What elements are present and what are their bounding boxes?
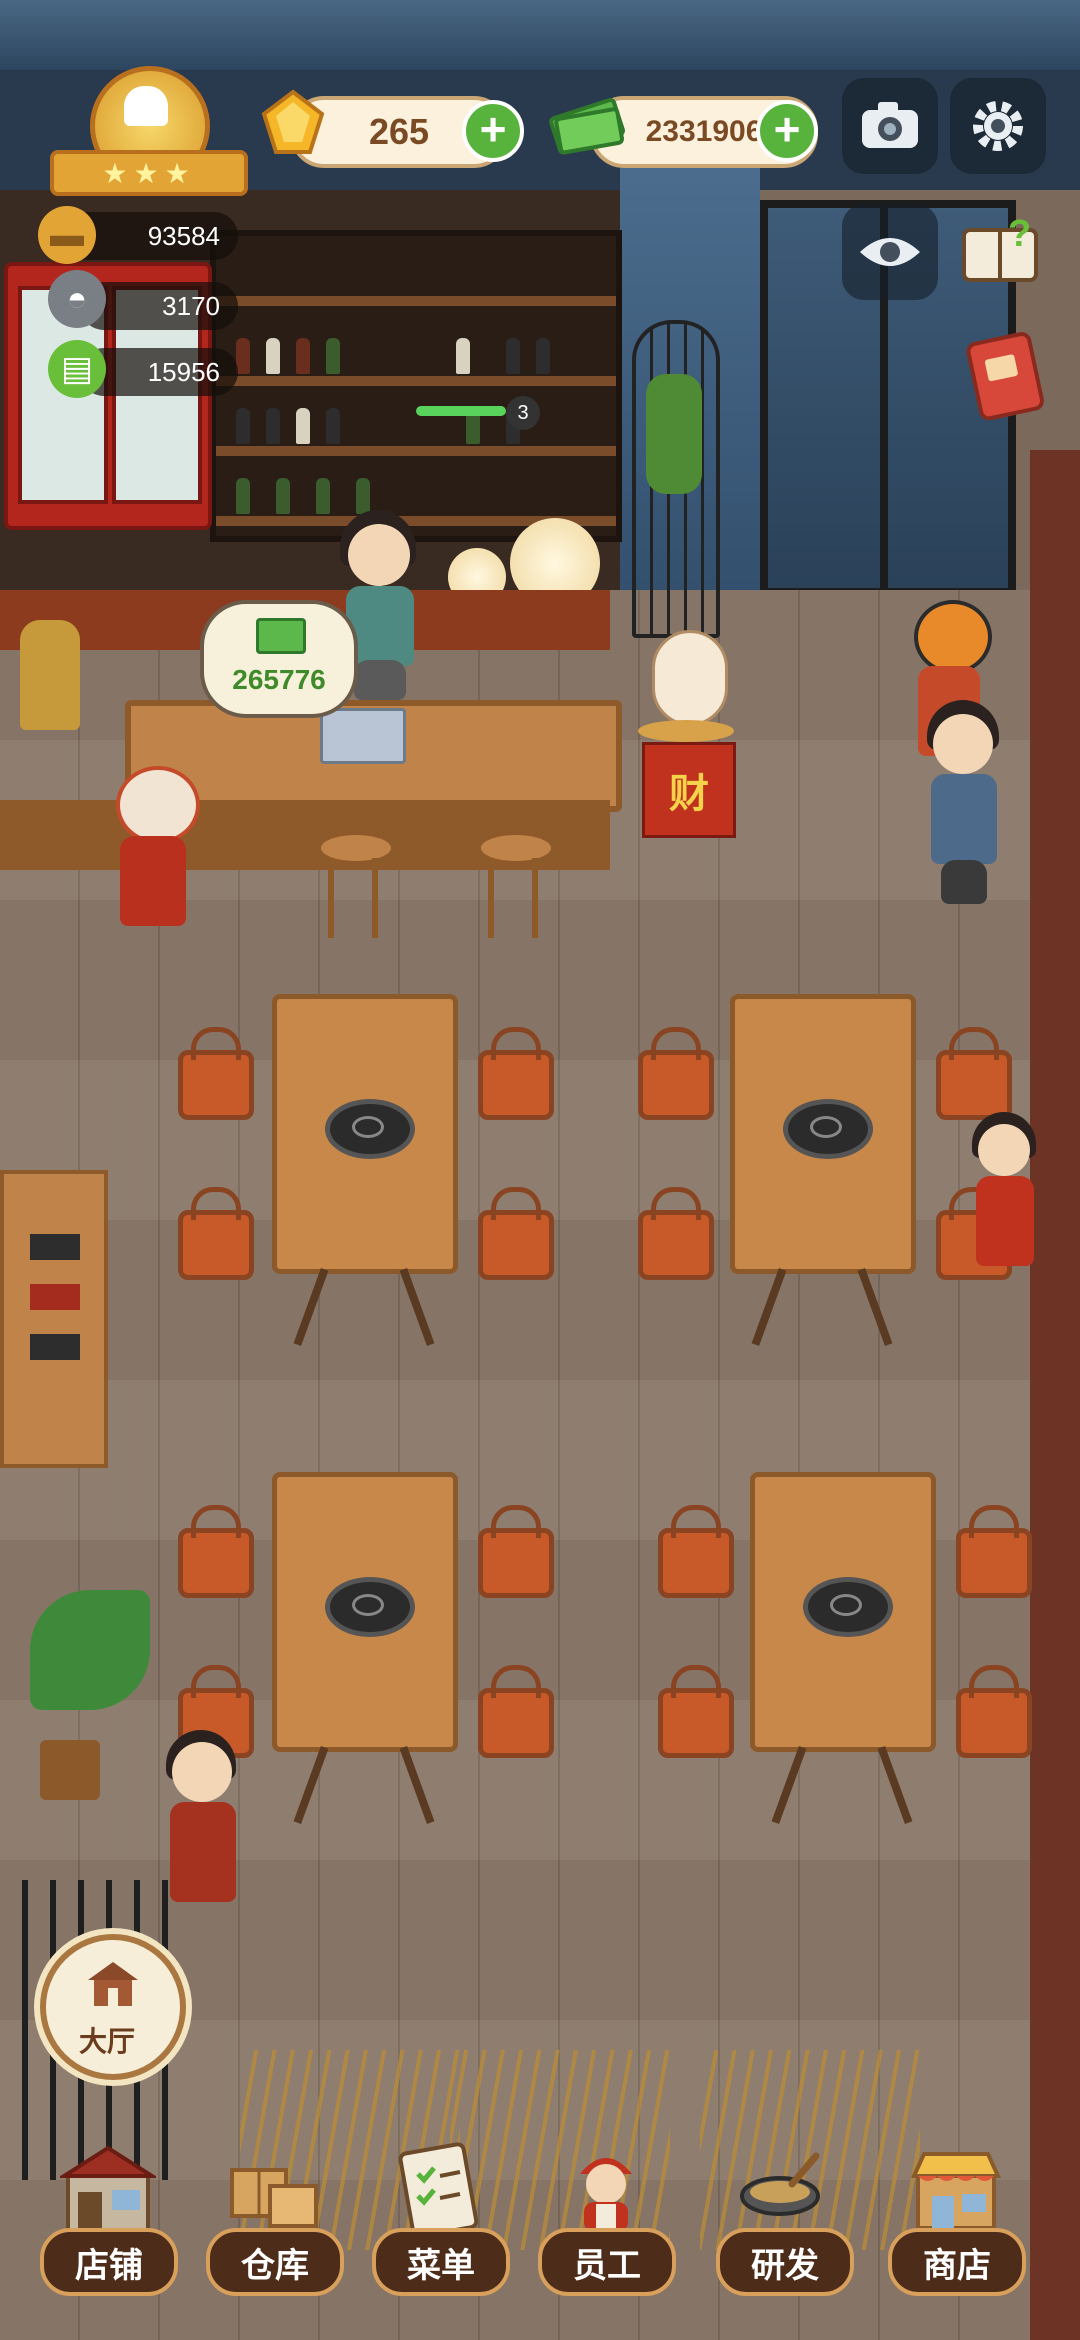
chair[interactable] <box>936 1027 1012 1120</box>
chair[interactable] <box>478 1187 554 1280</box>
gems-value: 265 <box>368 111 430 152</box>
rank-ribbon: ★ ★ ★ <box>50 150 248 196</box>
star-icon: ★ <box>102 157 134 189</box>
lion-dance-kid-npc[interactable] <box>108 762 200 962</box>
popularity-value: 93584 <box>147 220 220 251</box>
star-icon: ★ <box>164 157 196 189</box>
gem-icon <box>258 88 328 158</box>
hall-house-icon <box>88 1962 138 2006</box>
chair[interactable] <box>178 1027 254 1120</box>
earnings-bubble[interactable]: 265776 <box>200 600 358 718</box>
hall-button[interactable]: 大厅 <box>40 1934 186 2080</box>
warehouse-boxes-icon <box>226 2140 322 2236</box>
staff-chef-icon <box>558 2140 654 2236</box>
birdcage-planter <box>632 320 720 638</box>
nav-shop-label: 商店 <box>888 2228 1026 2296</box>
chair[interactable] <box>658 1665 734 1758</box>
nav-store-label: 店铺 <box>40 2228 178 2296</box>
chair[interactable] <box>178 1505 254 1598</box>
nav-research-label: 研发 <box>716 2228 854 2296</box>
camera-icon <box>862 102 918 148</box>
chef-hat-icon <box>124 86 168 126</box>
laptop <box>320 708 406 764</box>
add-gems-button[interactable]: + <box>462 100 524 162</box>
fortune-box-label: 财 <box>642 742 736 838</box>
grill-icon <box>803 1577 893 1637</box>
recipe-book-button[interactable] <box>966 330 1046 421</box>
dining-table[interactable] <box>272 1472 458 1824</box>
nav-warehouse-label: 仓库 <box>206 2228 344 2296</box>
research-wok-icon <box>736 2140 832 2236</box>
nav-menu-label: 菜单 <box>372 2228 510 2296</box>
chair[interactable] <box>956 1665 1032 1758</box>
cash-value: 2331906 <box>645 115 763 148</box>
cash-stack-icon <box>548 90 628 160</box>
menu-clipboard-icon <box>392 2140 488 2236</box>
camera-button[interactable] <box>842 78 938 174</box>
dishes-served-value: 3170 <box>162 290 220 321</box>
potted-plant <box>10 1590 160 1810</box>
nav-store[interactable]: 店铺 <box>30 2130 180 2296</box>
nav-research[interactable]: 研发 <box>706 2130 856 2296</box>
shop-icon <box>908 2140 1004 2236</box>
red-dress-girl-npc[interactable] <box>970 1112 1040 1292</box>
nav-warehouse[interactable]: 仓库 <box>196 2130 346 2296</box>
stock-count-badge: 3 <box>506 396 540 430</box>
gear-icon <box>973 101 1023 151</box>
bar-stool <box>478 832 554 942</box>
lucky-cat-statue[interactable]: 财 <box>634 630 736 840</box>
chair[interactable] <box>478 1505 554 1598</box>
grill-icon <box>325 1577 415 1637</box>
hall-label: 大厅 <box>78 2026 135 2057</box>
sauce-station[interactable] <box>0 1170 108 1468</box>
eye-icon <box>860 238 920 266</box>
serving-cloche-icon: ◓ <box>48 270 106 328</box>
chair[interactable] <box>638 1187 714 1280</box>
earnings-amount: 265776 <box>232 664 326 695</box>
nav-menu[interactable]: 菜单 <box>362 2130 512 2296</box>
chair[interactable] <box>478 1665 554 1758</box>
storefront-icon <box>60 2140 156 2236</box>
dining-table[interactable] <box>750 1472 936 1824</box>
window-band <box>0 0 1080 70</box>
golden-ornament <box>20 620 80 730</box>
svg-text:?: ? <box>1008 213 1031 255</box>
restaurant-rank-badge[interactable]: ★ ★ ★ <box>50 66 248 196</box>
cash-icon <box>256 618 306 654</box>
chair[interactable] <box>658 1505 734 1598</box>
nav-staff-label: 员工 <box>538 2228 676 2296</box>
grill-icon <box>783 1099 873 1159</box>
menu-book-icon: ▤ <box>48 340 106 398</box>
grill-icon <box>325 1099 415 1159</box>
drinks-shelf[interactable]: 3 <box>210 230 622 542</box>
settings-button[interactable] <box>950 78 1046 174</box>
help-book-icon: ? <box>962 213 1038 282</box>
chair[interactable] <box>478 1027 554 1120</box>
dining-table[interactable] <box>730 994 916 1346</box>
waiter-npc[interactable] <box>925 700 1005 910</box>
chair[interactable] <box>638 1027 714 1120</box>
bar-stool <box>318 832 394 942</box>
menu-points-value: 15956 <box>147 356 220 387</box>
star-icon: ★ <box>133 157 165 189</box>
trophy-icon: ▬ <box>38 206 96 264</box>
chair[interactable] <box>178 1187 254 1280</box>
nav-shop[interactable]: 商店 <box>878 2130 1028 2296</box>
visibility-toggle-button[interactable] <box>842 204 938 300</box>
chair[interactable] <box>956 1505 1032 1598</box>
nav-staff[interactable]: 员工 <box>528 2130 678 2296</box>
help-guide-button[interactable]: ? <box>958 206 1044 292</box>
stock-progress-bar <box>416 406 506 416</box>
dining-table[interactable] <box>272 994 458 1346</box>
add-cash-button[interactable]: + <box>756 100 818 162</box>
right-pillar <box>1030 450 1080 2340</box>
recipe-book-icon <box>966 332 1044 421</box>
